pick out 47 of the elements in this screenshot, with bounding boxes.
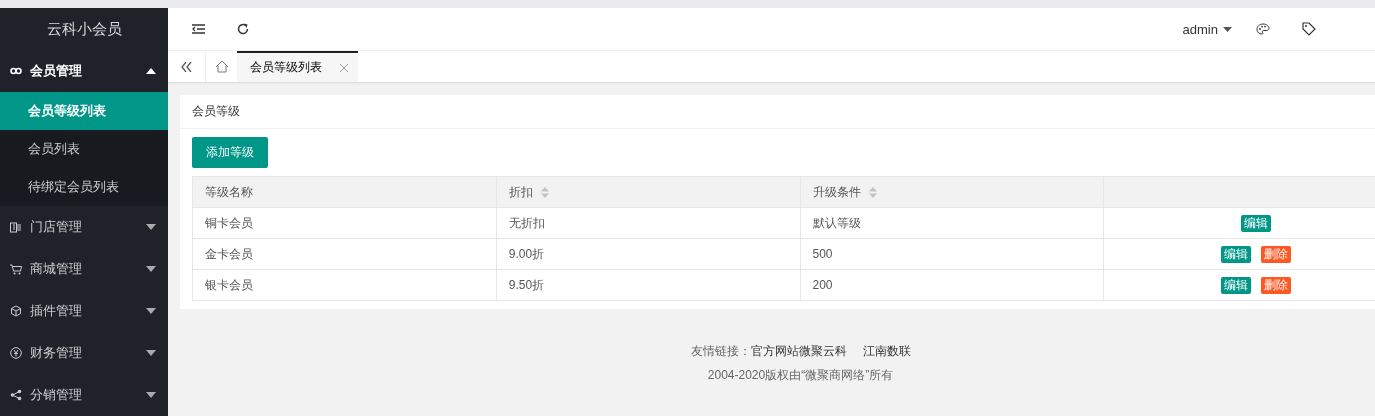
edit-button[interactable]: 编辑 bbox=[1220, 276, 1251, 294]
table-cell: 铜卡会员 bbox=[205, 215, 253, 230]
sidebar-menu-item[interactable]: 财务管理 bbox=[0, 332, 168, 374]
cube-icon bbox=[10, 305, 22, 317]
table-cell: 9.50折 bbox=[508, 277, 545, 292]
sidebar-menu-item[interactable]: 分销管理 bbox=[0, 374, 168, 416]
link-icon bbox=[10, 67, 22, 75]
menu-collapse-icon[interactable] bbox=[192, 24, 205, 34]
add-level-button[interactable]: 添加等级 bbox=[192, 137, 268, 168]
copyright-text: 2004-2020版权由“微聚商网络”所有 bbox=[707, 368, 894, 382]
table-cell: 默认等级 bbox=[812, 215, 861, 230]
table-cell: 无折扣 bbox=[508, 215, 545, 230]
tag-icon[interactable] bbox=[1302, 22, 1316, 36]
column-header: 折扣 bbox=[496, 176, 800, 208]
card-title: 会员等级 bbox=[192, 103, 240, 120]
sidebar-menu-item[interactable]: 会员管理 bbox=[0, 50, 168, 92]
cart-icon bbox=[10, 263, 22, 275]
edit-button[interactable]: 编辑 bbox=[1240, 214, 1271, 232]
palette-icon[interactable] bbox=[1256, 23, 1270, 35]
yen-icon bbox=[10, 347, 22, 359]
refresh-icon[interactable] bbox=[237, 23, 249, 35]
share-icon bbox=[10, 389, 22, 401]
sidebar-menu-item[interactable]: 插件管理 bbox=[0, 290, 168, 332]
column-header: 升级条件 bbox=[800, 176, 1104, 208]
footer-link[interactable]: 江南数联 bbox=[862, 344, 911, 358]
page-tab[interactable]: 会员等级列表 bbox=[237, 51, 358, 82]
sidebar-menu-item[interactable]: 门店管理 bbox=[0, 206, 168, 248]
footer-link[interactable]: 官方网站微聚云科 bbox=[750, 344, 847, 358]
home-icon[interactable] bbox=[214, 60, 229, 73]
edit-button[interactable]: 编辑 bbox=[1220, 245, 1251, 263]
table-cell: 500 bbox=[812, 247, 833, 261]
close-icon[interactable] bbox=[340, 63, 348, 72]
table-cell: 200 bbox=[812, 278, 833, 292]
table-cell: 金卡会员 bbox=[205, 246, 253, 261]
double-chevron-left-icon[interactable] bbox=[181, 61, 192, 72]
sidebar-submenu-item[interactable]: 会员列表 bbox=[0, 130, 168, 168]
table-cell: 银卡会员 bbox=[205, 277, 253, 292]
sidebar-submenu-item[interactable]: 会员等级列表 bbox=[0, 92, 168, 130]
caret-down-icon bbox=[1223, 26, 1232, 32]
sidebar-menu-item[interactable]: 商城管理 bbox=[0, 248, 168, 290]
column-header: 等级名称 bbox=[192, 176, 497, 208]
sidebar-submenu-item[interactable]: 待绑定会员列表 bbox=[0, 168, 168, 206]
store-icon bbox=[10, 221, 21, 233]
app-title: 云科小会员 bbox=[45, 18, 123, 39]
table-cell: 9.00折 bbox=[508, 246, 545, 261]
user-menu[interactable]: admin bbox=[1182, 21, 1232, 37]
links-label: 友情链接： bbox=[690, 344, 751, 358]
